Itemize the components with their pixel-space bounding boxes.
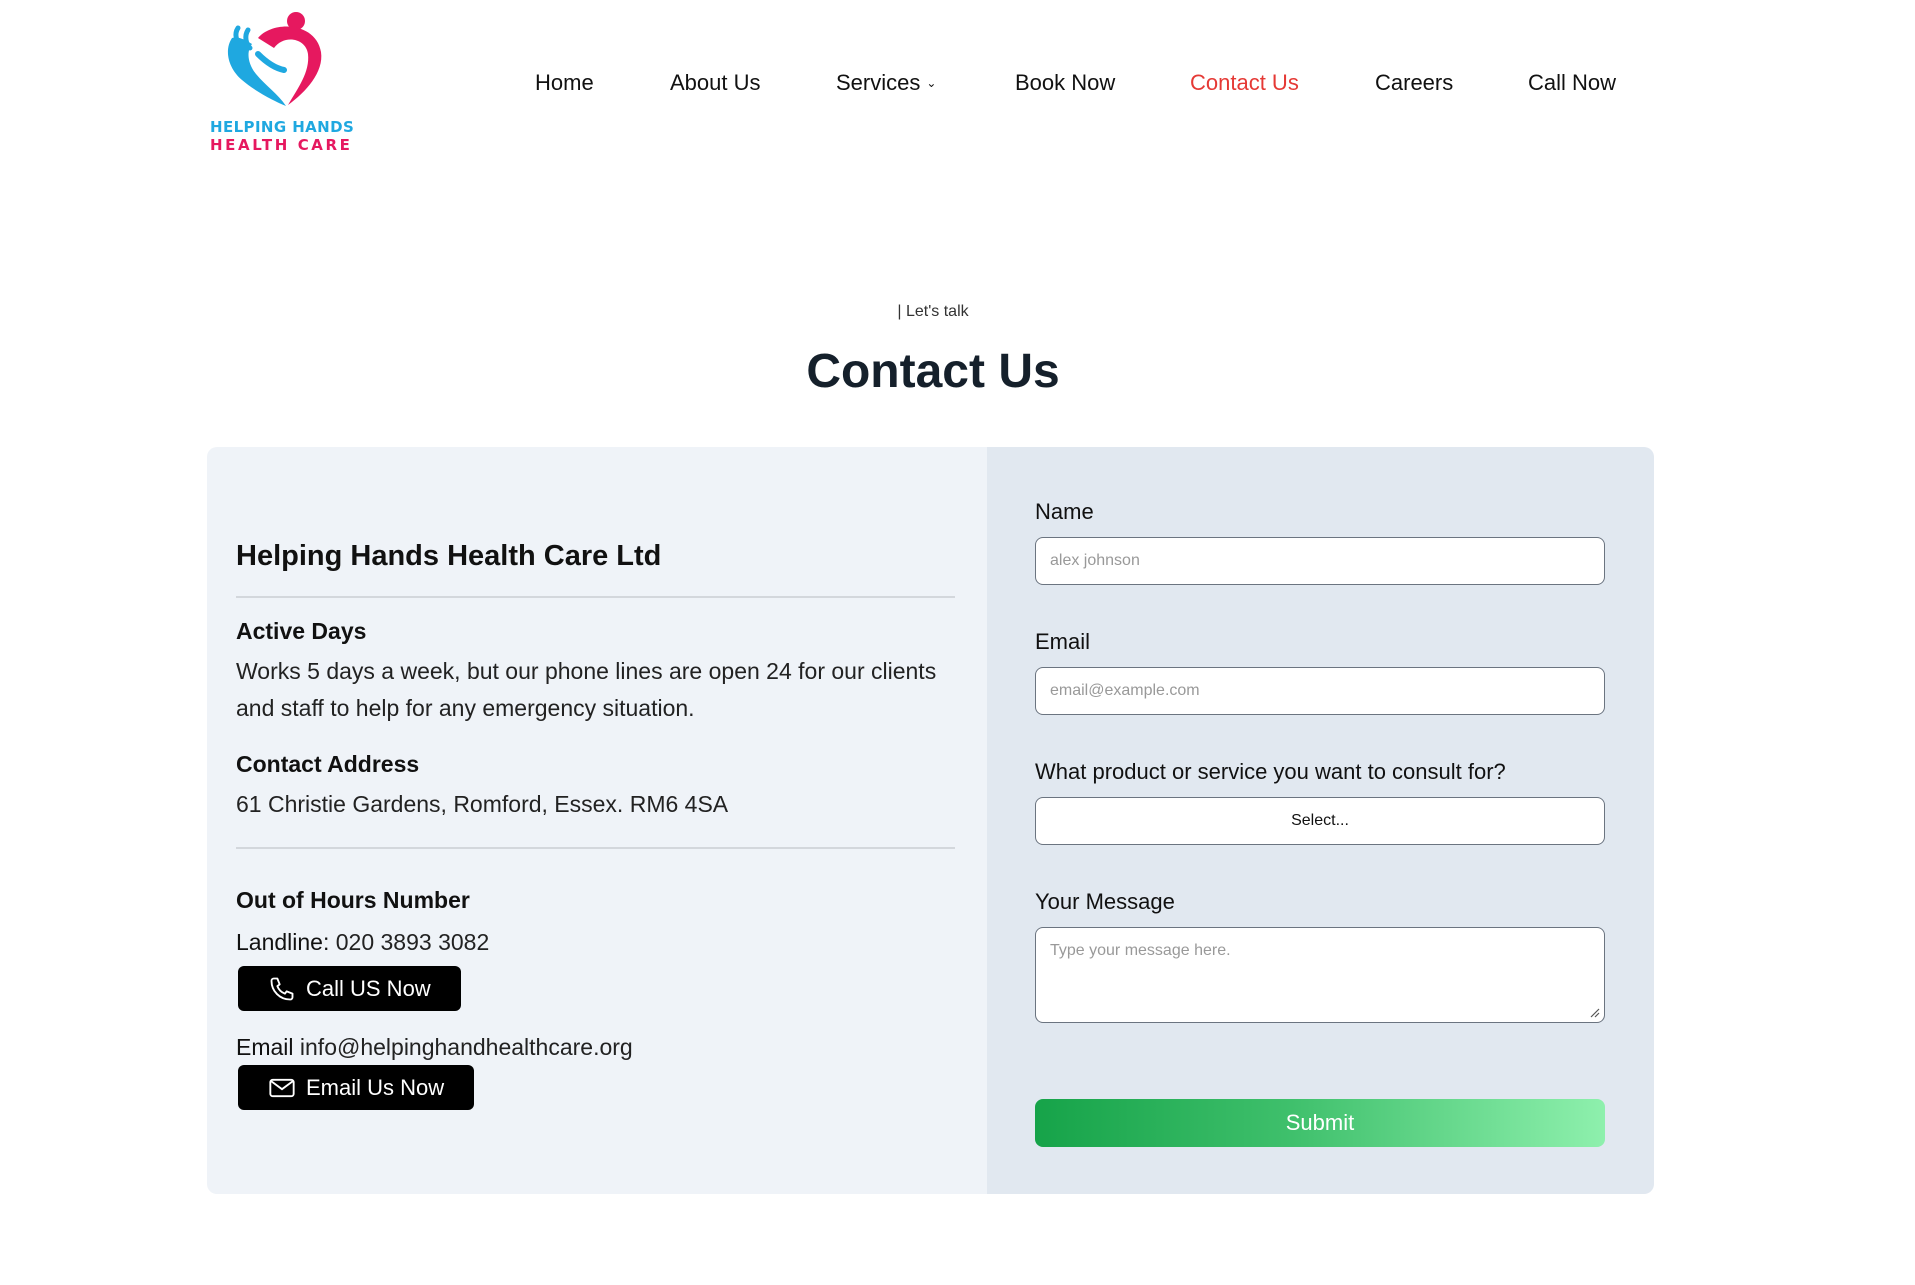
nav-book-now[interactable]: Book Now [1015,70,1115,96]
email-field-label: Email [1035,629,1091,654]
heart-hands-icon [227,12,322,106]
divider [236,847,955,849]
phone-icon [270,977,294,1000]
chevron-down-icon: ⌄ [926,76,937,90]
service-select[interactable]: Select... [1035,797,1605,845]
email-us-now-button[interactable]: Email Us Now [238,1065,475,1110]
email-label: Email [236,1034,294,1060]
landline-value[interactable]: 020 3893 3082 [336,929,490,955]
logo[interactable]: HELPING HANDS HEALTH CARE [208,10,355,155]
email-value[interactable]: info@helpinghandhealthcare.org [300,1034,633,1060]
nav-call-now[interactable]: Call Now [1528,70,1616,96]
section-eyebrow: | Let's talk [897,303,969,320]
email-field[interactable]: email@example.com [1035,667,1605,715]
nav-careers[interactable]: Careers [1375,70,1453,96]
nav-contact-us[interactable]: Contact Us [1190,70,1299,96]
contact-address-text: 61 Christie Gardens, Romford, Essex. RM6… [236,791,729,817]
nav-services-label: Services [836,70,921,95]
logo-text-bottom: HEALTH CARE [210,136,353,154]
page-title: Contact Us [806,345,1060,398]
message-label: Your Message [1035,889,1175,914]
resize-grip-icon[interactable] [1590,1008,1600,1018]
contact-info-panel: Helping Hands Health Care Ltd Active Day… [207,447,987,1194]
contact-form: Name alex johnson Email email@example.co… [987,447,1654,1194]
out-of-hours-label: Out of Hours Number [236,887,470,913]
nav-home[interactable]: Home [535,70,594,96]
name-input[interactable]: alex johnson [1035,537,1605,585]
logo-text-top: HELPING HANDS [210,118,355,136]
message-textarea[interactable]: Type your message here. [1035,927,1605,1023]
landline-row: Landline: 020 3893 3082 [236,929,489,956]
message-placeholder: Type your message here. [1050,942,1231,959]
email-us-now-label: Email Us Now [306,1074,445,1100]
name-label: Name [1035,499,1094,524]
call-us-now-button[interactable]: Call US Now [238,966,461,1011]
active-days-text: Works 5 days a week, but our phone lines… [236,658,937,721]
name-placeholder: alex johnson [1050,552,1140,569]
divider [236,596,955,598]
email-placeholder: email@example.com [1050,682,1200,699]
submit-button[interactable]: Submit [1035,1099,1605,1147]
call-us-now-label: Call US Now [306,975,431,1001]
service-selected-value: Select... [1291,812,1349,829]
landline-label: Landline: [236,929,330,955]
nav-about-us[interactable]: About Us [670,70,761,96]
nav-services[interactable]: Services ⌄ [836,70,936,96]
site-header: HELPING HANDS HEALTH CARE Home About Us … [0,0,1915,170]
email-row: Email info@helpinghandhealthcare.org [236,1034,633,1061]
company-name: Helping Hands Health Care Ltd [236,540,662,572]
active-days-label: Active Days [236,618,367,644]
mail-icon [269,1078,295,1097]
service-label: What product or service you want to cons… [1035,759,1506,784]
contact-address-label: Contact Address [236,751,420,777]
